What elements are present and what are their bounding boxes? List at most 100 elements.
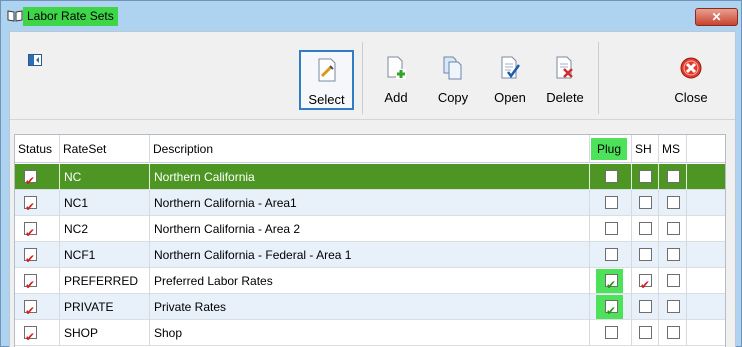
column-header-status[interactable]: Status (15, 135, 60, 163)
ms-checkbox[interactable] (667, 170, 680, 183)
cell-ms (659, 268, 687, 294)
ms-checkbox[interactable] (667, 248, 680, 261)
table-row[interactable]: PRIVATEPrivate Rates (15, 294, 725, 324)
cell-sh (632, 320, 659, 346)
column-header-description[interactable]: Description (150, 135, 590, 163)
cell-plug (590, 242, 632, 268)
cell-sh (632, 242, 659, 268)
table-row[interactable]: PREFERREDPreferred Labor Rates (15, 268, 725, 298)
select-button[interactable]: Select (299, 50, 354, 110)
window-close-button[interactable]: ✕ (695, 8, 738, 26)
cell-sh (632, 216, 659, 242)
sh-checkbox[interactable] (639, 326, 652, 339)
table-row[interactable]: NC2Northern California - Area 2 (15, 216, 725, 246)
cell-status (15, 294, 60, 324)
plug-checkbox[interactable] (605, 222, 618, 235)
ms-checkbox[interactable] (667, 196, 680, 209)
cell-rateset: NCF1 (60, 242, 150, 268)
delete-button[interactable]: Delete (540, 50, 590, 110)
cell-plug (590, 268, 632, 298)
cell-status (15, 268, 60, 298)
sh-checkbox[interactable] (639, 272, 652, 298)
cell-description: Northern California (150, 164, 590, 190)
cell-ms (659, 190, 687, 216)
cell-rateset: PREFERRED (60, 268, 150, 294)
status-checkbox[interactable] (24, 324, 37, 347)
cell-sh (632, 268, 659, 298)
select-label: Select (308, 92, 345, 107)
table-row[interactable]: NCNorthern California (15, 164, 725, 194)
column-header-rateset[interactable]: RateSet (60, 135, 150, 163)
close-button[interactable]: Close (670, 50, 712, 110)
delete-label: Delete (546, 90, 584, 105)
copy-button[interactable]: Copy (431, 50, 475, 110)
column-header-plug[interactable]: Plug (590, 135, 632, 163)
plug-checkbox[interactable] (605, 326, 618, 339)
cell-ms (659, 294, 687, 320)
cell-plug (590, 190, 632, 216)
cell-plug (590, 216, 632, 242)
plug-checkbox[interactable] (605, 170, 618, 183)
cell-description: Northern California - Federal - Area 1 (150, 242, 590, 268)
sh-checkbox[interactable] (639, 248, 652, 261)
column-header-sh[interactable]: SH (632, 135, 659, 163)
cell-status (15, 320, 60, 347)
plug-header-label: Plug (591, 138, 628, 160)
cell-plug (590, 164, 632, 190)
column-header-ms[interactable]: MS (659, 135, 687, 163)
grid-header: Status RateSet Description Plug SH MS (15, 135, 725, 163)
status-checkbox[interactable] (24, 246, 37, 272)
status-checkbox[interactable] (24, 168, 37, 194)
delete-document-icon (554, 56, 576, 80)
toolbar: Select Add Copy Open Delete Close (10, 32, 735, 120)
cell-ms (659, 242, 687, 268)
add-document-icon (385, 56, 407, 80)
add-button[interactable]: Add (376, 50, 416, 110)
status-checkbox[interactable] (24, 298, 37, 324)
close-label: Close (674, 90, 708, 105)
cell-sh (632, 190, 659, 216)
table-row[interactable]: SHOPShop (15, 320, 725, 347)
cell-sh (632, 294, 659, 320)
close-circle-icon (680, 56, 702, 80)
cell-status (15, 242, 60, 272)
table-row[interactable]: NC1Northern California - Area1 (15, 190, 725, 220)
ms-checkbox[interactable] (667, 326, 680, 339)
status-checkbox[interactable] (24, 194, 37, 220)
cell-status (15, 190, 60, 220)
ms-checkbox[interactable] (667, 222, 680, 235)
cell-ms (659, 320, 687, 346)
ms-checkbox[interactable] (667, 274, 680, 287)
cell-sh (632, 164, 659, 190)
book-icon (7, 10, 23, 22)
cell-ms (659, 216, 687, 242)
cell-rateset: NC2 (60, 216, 150, 242)
open-button[interactable]: Open (488, 50, 532, 110)
cell-plug (590, 294, 632, 324)
plug-checkbox[interactable] (605, 196, 618, 209)
cell-description: Private Rates (150, 294, 590, 320)
cell-status (15, 164, 60, 194)
cell-rateset: NC (60, 164, 150, 190)
sh-checkbox[interactable] (639, 170, 652, 183)
cell-plug (590, 320, 632, 346)
plug-checkbox[interactable] (605, 298, 618, 324)
sh-checkbox[interactable] (639, 222, 652, 235)
status-checkbox[interactable] (24, 220, 37, 246)
cell-description: Northern California - Area 2 (150, 216, 590, 242)
sh-checkbox[interactable] (639, 196, 652, 209)
cell-rateset: SHOP (60, 320, 150, 346)
cell-description: Shop (150, 320, 590, 346)
cell-status (15, 216, 60, 246)
cell-rateset: PRIVATE (60, 294, 150, 320)
status-checkbox[interactable] (24, 272, 37, 298)
select-icon (316, 58, 338, 82)
toolbar-separator (598, 42, 599, 114)
dock-icon[interactable] (28, 54, 42, 66)
plug-checkbox[interactable] (605, 272, 618, 298)
ms-checkbox[interactable] (667, 300, 680, 313)
sh-checkbox[interactable] (639, 300, 652, 313)
table-row[interactable]: NCF1Northern California - Federal - Area… (15, 242, 725, 272)
plug-checkbox[interactable] (605, 248, 618, 261)
cell-ms (659, 164, 687, 190)
